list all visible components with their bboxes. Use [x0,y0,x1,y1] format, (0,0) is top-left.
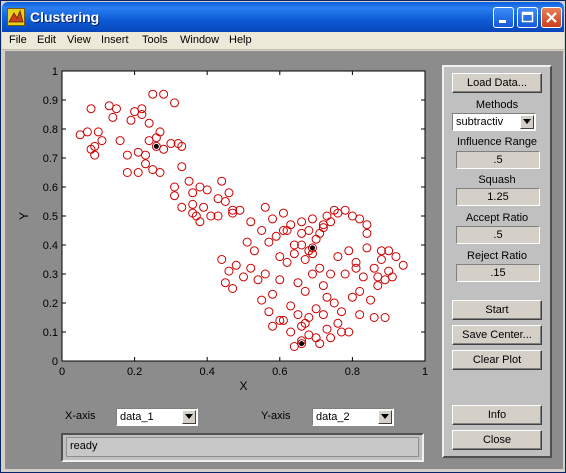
methods-label: Methods [475,99,519,111]
y-tick-label: 0.5 [43,211,58,223]
chevron-down-icon[interactable] [182,410,196,424]
menu-edit[interactable]: Edit [37,34,56,46]
y-tick-label: 0.2 [43,298,58,310]
reject-ratio-label: Reject Ratio [467,250,527,262]
scatter-plot[interactable]: 0 0.2 0.4 0.6 0.8 1 0 0.1 0.2 0.3 0.4 0.5 0.6 0.7 0.8 0… [5,51,435,421]
window-title: Clustering [30,9,100,25]
menu-window[interactable]: Window [180,34,219,46]
maximize-button[interactable] [517,7,538,28]
title-bar[interactable]: Clustering [2,2,564,32]
menu-bar: File Edit View Insert Tools Window Help [2,32,564,50]
x-axis-label: X [239,379,247,393]
y-tick-label: 0.3 [43,269,58,281]
x-tick-label: 0 [59,366,65,378]
methods-select[interactable]: subtractiv [452,113,536,131]
menu-insert[interactable]: Insert [101,34,129,46]
y-tick-label: 0 [52,356,58,368]
methods-select-value: subtractiv [456,116,504,128]
menu-file[interactable]: File [9,34,27,46]
matlab-icon [7,8,25,26]
x-tick-label: 0.6 [272,366,287,378]
accept-ratio-input[interactable]: .5 [456,226,540,244]
y-tick-label: 0.9 [43,95,58,107]
start-button[interactable]: Start [452,300,542,320]
reject-ratio-input[interactable]: .15 [456,264,540,282]
minimize-button[interactable] [493,7,514,28]
x-tick-label: 0.2 [127,366,142,378]
squash-input[interactable]: 1.25 [456,188,540,206]
info-button[interactable]: Info [452,405,542,425]
status-text: ready [66,437,419,457]
x-tick-label: 0.8 [345,366,360,378]
y-tick-label: 0.6 [43,182,58,194]
y-tick-label: 0.8 [43,124,58,136]
save-center-button[interactable]: Save Center... [452,325,542,345]
status-frame: ready [61,433,424,462]
y-tick-label: 0.1 [43,327,58,339]
menu-tools[interactable]: Tools [142,34,168,46]
y-axis-select[interactable]: data_2 [312,408,394,426]
squash-label: Squash [478,174,516,186]
x-axis-selector-label: X-axis [65,410,96,422]
accept-ratio-label: Accept Ratio [465,212,529,224]
x-tick-label: 0.4 [200,366,215,378]
control-panel: Load Data... Methods subtractiv Influenc… [442,65,552,458]
x-tick-label: 1 [422,366,428,378]
y-axis-label: Y [17,212,31,220]
cluster-center [153,143,159,149]
y-tick-label: 0.7 [43,153,58,165]
influence-range-label: Influence Range [456,136,538,148]
y-axis-selector-label: Y-axis [261,410,291,422]
load-data-button[interactable]: Load Data... [452,73,542,93]
close-window-button[interactable] [541,7,562,28]
cluster-center [309,245,315,251]
plot-area: 0 0.2 0.4 0.6 0.8 1 0 0.1 0.2 0.3 0.4 0.5 0.6 0.7 0.8 0… [5,51,435,469]
y-axis-select-value: data_2 [316,411,350,423]
chevron-down-icon[interactable] [378,410,392,424]
clear-plot-button[interactable]: Clear Plot [452,350,542,370]
chevron-down-icon[interactable] [520,115,534,129]
menu-help[interactable]: Help [229,34,252,46]
menu-view[interactable]: View [67,34,91,46]
y-tick-label: 0.4 [43,240,58,252]
influence-range-input[interactable]: .5 [456,151,540,169]
figure-area: 0 0.2 0.4 0.6 0.8 1 0 0.1 0.2 0.3 0.4 0.5 0.6 0.7 0.8 0… [5,51,563,469]
x-axis-select-value: data_1 [120,411,154,423]
clustering-window: Clustering File Edit View Insert Tools W… [0,0,566,473]
y-tick-label: 1 [52,66,58,78]
cluster-center [299,341,305,347]
x-axis-select[interactable]: data_1 [116,408,198,426]
close-button[interactable]: Close [452,430,542,450]
